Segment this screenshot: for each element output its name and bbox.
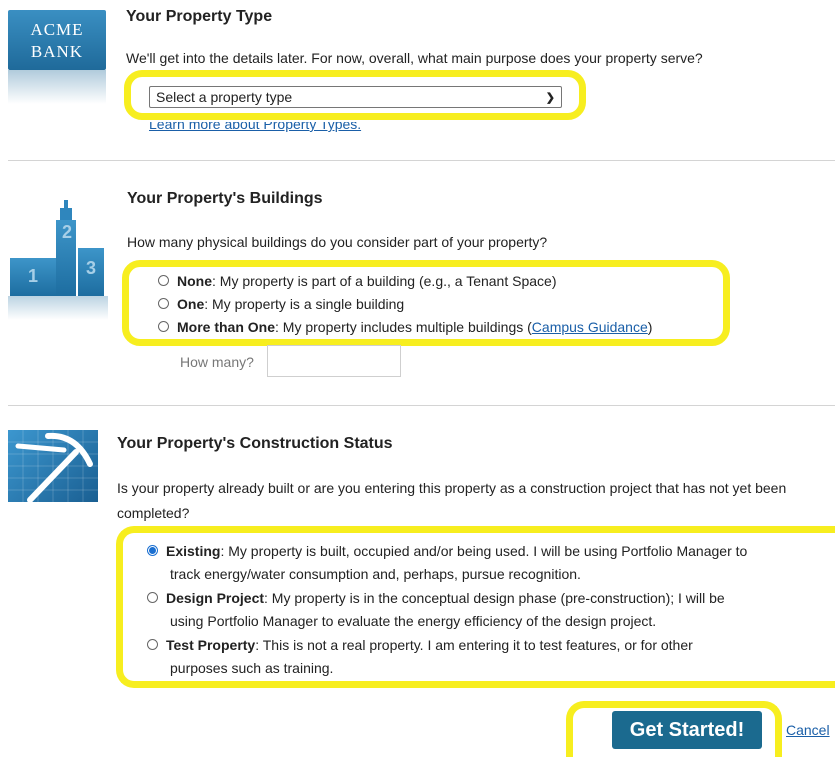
- building-option-none[interactable]: None: My property is part of a building …: [158, 270, 556, 292]
- pickaxe-icon: [8, 430, 98, 502]
- option-more-suffix: ): [647, 319, 653, 335]
- campus-guidance-link[interactable]: Campus Guidance: [532, 319, 648, 335]
- option-more-text: : My property includes multiple building…: [275, 319, 532, 335]
- radio-design-project[interactable]: [147, 592, 158, 603]
- get-started-button[interactable]: Get Started!: [612, 711, 762, 749]
- option-none-text: : My property is part of a building (e.g…: [212, 273, 557, 289]
- option-test-text-line2: purposes such as training.: [170, 660, 334, 676]
- property-type-description: We'll get into the details later. For no…: [126, 50, 703, 66]
- option-more-label: More than One: [177, 319, 276, 335]
- chevron-down-icon: ❯: [545, 91, 555, 104]
- how-many-label: How many?: [180, 354, 254, 370]
- radio-one[interactable]: [158, 298, 169, 309]
- section-divider-1: [8, 160, 835, 161]
- status-option-design[interactable]: Design Project: My property is in the co…: [147, 587, 725, 609]
- construction-status-question: Is your property already built or are yo…: [117, 480, 787, 521]
- radio-none[interactable]: [158, 275, 169, 286]
- acme-bank-logo: ACME BANK: [8, 6, 106, 104]
- cancel-link[interactable]: Cancel: [786, 722, 830, 738]
- option-existing-label: Existing: [166, 543, 221, 559]
- status-option-test[interactable]: Test Property: This is not a real proper…: [147, 634, 693, 656]
- building-option-more[interactable]: More than One: My property includes mult…: [158, 316, 652, 338]
- option-existing-text: : My property is built, occupied and/or …: [220, 543, 748, 559]
- option-design-text: : My property is in the conceptual desig…: [264, 590, 725, 606]
- logo-text-acme: ACME: [30, 20, 84, 39]
- option-test-label: Test Property: [166, 637, 256, 653]
- option-design-text-line2: using Portfolio Manager to evaluate the …: [170, 613, 657, 629]
- option-none-label: None: [177, 273, 212, 289]
- logo-text-bank: BANK: [30, 42, 84, 61]
- building-number-2: 2: [61, 222, 72, 242]
- buildings-icon: 2 1 3: [8, 200, 108, 320]
- construction-status-heading: Your Property's Construction Status: [117, 435, 393, 452]
- option-one-label: One: [177, 296, 205, 312]
- option-test-text: : This is not a real property. I am ente…: [255, 637, 693, 653]
- section-divider-2: [8, 405, 835, 406]
- property-type-select-value: Select a property type: [156, 89, 293, 105]
- buildings-heading: Your Property's Buildings: [127, 190, 323, 207]
- radio-existing[interactable]: [147, 545, 158, 556]
- status-option-existing[interactable]: Existing: My property is built, occupied…: [147, 540, 747, 562]
- radio-test-property[interactable]: [147, 639, 158, 650]
- building-number-3: 3: [85, 258, 96, 278]
- property-type-heading: Your Property Type: [126, 8, 273, 25]
- property-type-select[interactable]: Select a property type ❯: [149, 86, 562, 108]
- building-option-one[interactable]: One: My property is a single building: [158, 293, 404, 315]
- option-one-text: : My property is a single building: [204, 296, 405, 312]
- radio-more-than-one[interactable]: [158, 321, 169, 332]
- building-number-1: 1: [27, 266, 38, 286]
- option-existing-text-line2: track energy/water consumption and, perh…: [170, 566, 581, 582]
- how-many-input[interactable]: [267, 345, 401, 377]
- buildings-question: How many physical buildings do you consi…: [127, 234, 548, 250]
- option-design-label: Design Project: [166, 590, 265, 606]
